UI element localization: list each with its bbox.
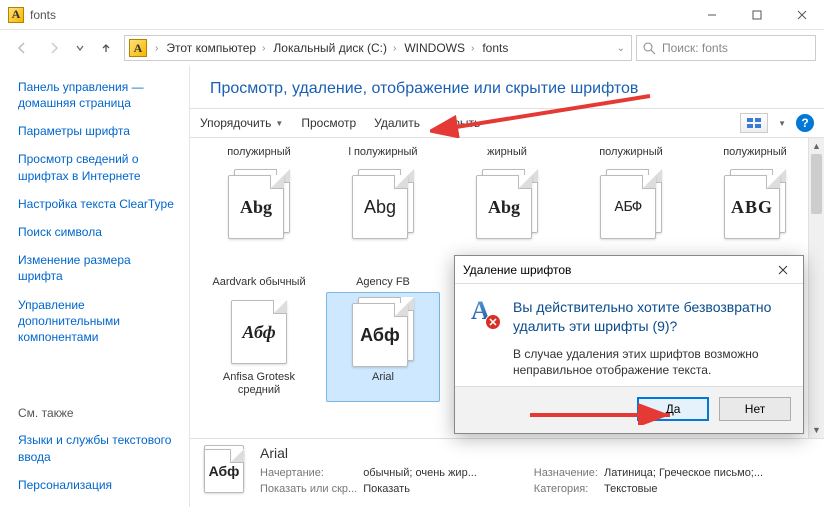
address-font-icon: A xyxy=(129,39,147,57)
font-label-partial: полужирный xyxy=(698,146,812,158)
page-heading: Просмотр, удаление, отображение или скры… xyxy=(190,66,824,108)
delete-button[interactable]: Удалить xyxy=(374,116,420,130)
font-thumbnail: Abg xyxy=(472,169,542,239)
window-font-icon: A xyxy=(8,7,24,23)
dialog-yes-button[interactable]: Да xyxy=(637,397,709,421)
breadcrumb-item[interactable]: WINDOWS› xyxy=(404,41,476,55)
details-value: Латиница; Греческое письмо;... xyxy=(604,467,763,479)
dialog-no-button[interactable]: Нет xyxy=(719,397,791,421)
details-label: Начертание: xyxy=(260,467,357,479)
breadcrumb-item[interactable]: Этот компьютер› xyxy=(166,41,267,55)
scrollbar-vertical[interactable]: ▲ ▼ xyxy=(808,138,824,438)
chevron-down-icon[interactable]: ⌄ xyxy=(617,43,625,54)
view-mode-button[interactable] xyxy=(740,113,768,133)
details-label: Показать или скр... xyxy=(260,483,357,495)
font-thumbnail: Abg xyxy=(224,169,294,239)
delete-font-icon: A✕ xyxy=(469,298,501,330)
font-label-partial: полужирный xyxy=(574,146,688,158)
close-button[interactable] xyxy=(779,0,824,30)
nav-up-button[interactable] xyxy=(92,34,120,62)
help-button[interactable]: ? xyxy=(796,114,814,132)
font-item[interactable]: Abg xyxy=(326,164,440,274)
details-value: Текстовые xyxy=(604,483,763,495)
details-label: Категория: xyxy=(534,483,598,495)
search-placeholder: Поиск: fonts xyxy=(662,41,728,55)
font-thumbnail: АБФ xyxy=(596,169,666,239)
chevron-right-icon: › xyxy=(155,43,158,54)
search-icon xyxy=(643,42,656,55)
breadcrumb-item[interactable]: fonts xyxy=(482,41,508,55)
window-title: fonts xyxy=(30,8,56,22)
sidebar-link-optional-features[interactable]: Управление дополнительными компонентами xyxy=(18,297,175,346)
details-font-name: Arial xyxy=(260,445,814,461)
chevron-down-icon[interactable]: ▼ xyxy=(778,119,786,128)
font-name-label: Agency FB xyxy=(326,276,440,288)
sidebar-link-cleartype[interactable]: Настройка текста ClearType xyxy=(18,196,175,212)
font-name-label: Arial xyxy=(372,371,394,397)
dialog-title: Удаление шрифтов xyxy=(463,263,571,277)
details-label: Назначение: xyxy=(534,467,598,479)
sidebar-home-link[interactable]: Панель управления — домашняя страница xyxy=(18,80,175,111)
search-input[interactable]: Поиск: fonts xyxy=(636,35,816,61)
dialog-main-text: Вы действительно хотите безвозвратно уда… xyxy=(513,298,789,336)
breadcrumb-item[interactable]: Локальный диск (C:)› xyxy=(273,41,398,55)
details-thumbnail: Абф xyxy=(200,445,248,493)
font-thumbnail: Абф xyxy=(224,297,294,367)
dialog-sub-text: В случае удаления этих шрифтов возможно … xyxy=(513,346,789,378)
font-label-partial: l полужирный xyxy=(326,146,440,158)
preview-button[interactable]: Просмотр xyxy=(301,116,356,130)
delete-confirm-dialog: Удаление шрифтов A✕ Вы действительно хот… xyxy=(454,255,804,434)
sidebar-link-font-size[interactable]: Изменение размера шрифта xyxy=(18,252,175,284)
see-also-label: См. также xyxy=(18,406,175,420)
font-name-label: Aardvark обычный xyxy=(202,276,316,288)
toolbar: Упорядочить ▼ Просмотр Удалить крыть ▼ ? xyxy=(190,108,824,138)
font-item[interactable]: Abg xyxy=(202,164,316,274)
address-bar[interactable]: A › Этот компьютер› Локальный диск (C:)›… xyxy=(124,35,632,61)
font-label-partial: полужирный xyxy=(202,146,316,158)
details-value: Показать xyxy=(363,483,477,495)
font-label-partial: жирный xyxy=(450,146,564,158)
sidebar: Панель управления — домашняя страница Па… xyxy=(0,66,189,507)
scroll-thumb[interactable] xyxy=(811,154,822,214)
navbar: A › Этот компьютер› Локальный диск (C:)›… xyxy=(0,30,824,66)
sidebar-link-find-char[interactable]: Поиск символа xyxy=(18,224,175,240)
sidebar-link-font-settings[interactable]: Параметры шрифта xyxy=(18,123,175,139)
titlebar: A fonts xyxy=(0,0,824,30)
details-value: обычный; очень жир... xyxy=(363,467,477,479)
font-item[interactable]: Абф Arial xyxy=(326,292,440,402)
scroll-down-button[interactable]: ▼ xyxy=(809,422,824,438)
minimize-button[interactable] xyxy=(689,0,734,30)
sidebar-link-text-services[interactable]: Языки и службы текстового ввода xyxy=(18,432,175,464)
scroll-up-button[interactable]: ▲ xyxy=(809,138,824,154)
organize-button[interactable]: Упорядочить ▼ xyxy=(200,116,283,130)
nav-forward-button[interactable] xyxy=(40,34,68,62)
font-thumbnail: ABG xyxy=(720,169,790,239)
font-thumbnail: Abg xyxy=(348,169,418,239)
details-pane: Абф Arial Начертание: обычный; очень жир… xyxy=(190,438,824,507)
dialog-close-button[interactable] xyxy=(771,258,795,282)
font-item[interactable]: Абф Anfisa Grotesk средний xyxy=(202,292,316,402)
nav-back-button[interactable] xyxy=(8,34,36,62)
hide-button[interactable]: крыть xyxy=(448,116,480,130)
sidebar-link-personalization[interactable]: Персонализация xyxy=(18,477,175,493)
nav-recent-button[interactable] xyxy=(72,34,88,62)
window-controls xyxy=(689,0,824,30)
font-name-label: Anfisa Grotesk средний xyxy=(205,371,313,397)
maximize-button[interactable] xyxy=(734,0,779,30)
sidebar-link-font-info-online[interactable]: Просмотр сведений о шрифтах в Интернете xyxy=(18,151,175,183)
font-thumbnail: Абф xyxy=(348,297,418,367)
